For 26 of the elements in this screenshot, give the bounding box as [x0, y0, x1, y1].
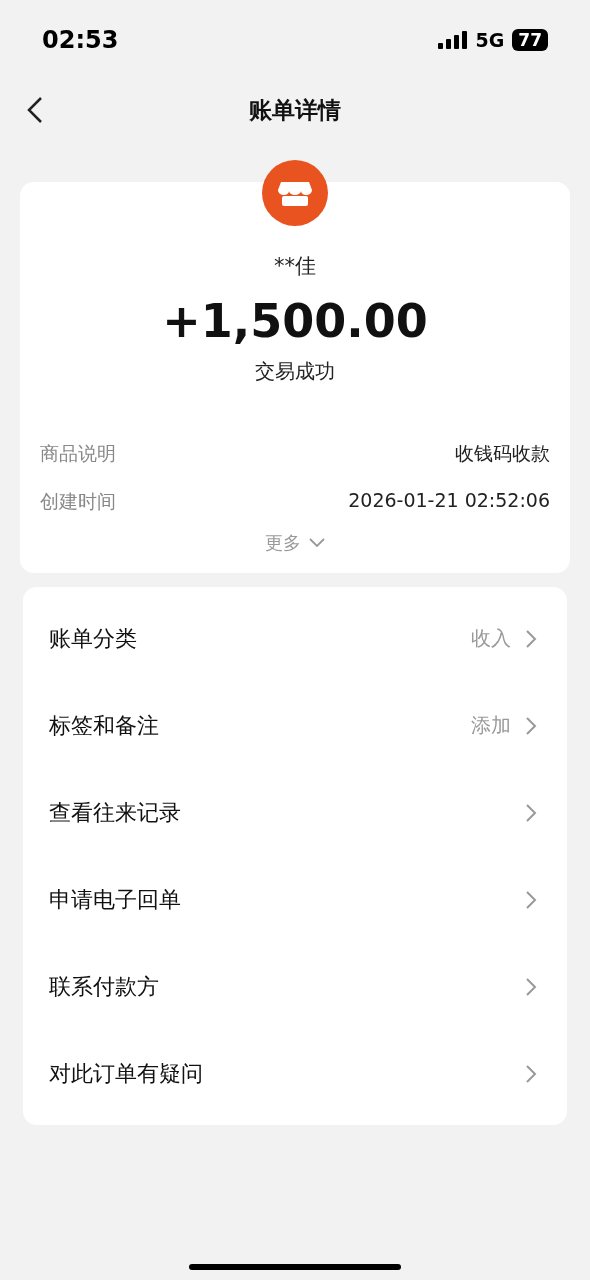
chevron-right-icon — [525, 628, 537, 649]
chevron-down-icon — [309, 538, 325, 548]
detail-value: 收钱码收款 — [455, 441, 550, 466]
chevron-right-icon — [525, 802, 537, 823]
page-title: 账单详情 — [249, 95, 341, 125]
menu-item[interactable]: 申请电子回单 — [23, 856, 567, 943]
chevron-right-icon — [525, 889, 537, 910]
back-icon[interactable] — [26, 96, 44, 124]
chevron-right-icon — [525, 715, 537, 736]
amount: +1,500.00 — [162, 294, 428, 348]
network-label: 5G — [475, 29, 505, 51]
detail-value: 2026-01-21 02:52:06 — [348, 489, 550, 513]
menu-item[interactable]: 联系付款方 — [23, 943, 567, 1030]
payer-name: **佳 — [274, 253, 316, 280]
detail-label: 商品说明 — [40, 441, 116, 466]
chevron-right-icon — [525, 976, 537, 997]
menu-item[interactable]: 账单分类 收入 — [23, 595, 567, 682]
menu-item[interactable]: 查看往来记录 — [23, 769, 567, 856]
status-time: 02:53 — [42, 26, 119, 54]
chevron-right-icon — [525, 1063, 537, 1084]
menu-item[interactable]: 标签和备注 添加 — [23, 682, 567, 769]
transaction-status: 交易成功 — [255, 358, 335, 385]
signal-icon — [437, 31, 468, 49]
menu-item[interactable]: 对此订单有疑问 — [23, 1030, 567, 1117]
detail-label: 创建时间 — [40, 489, 116, 514]
battery-level: 77 — [512, 29, 548, 51]
